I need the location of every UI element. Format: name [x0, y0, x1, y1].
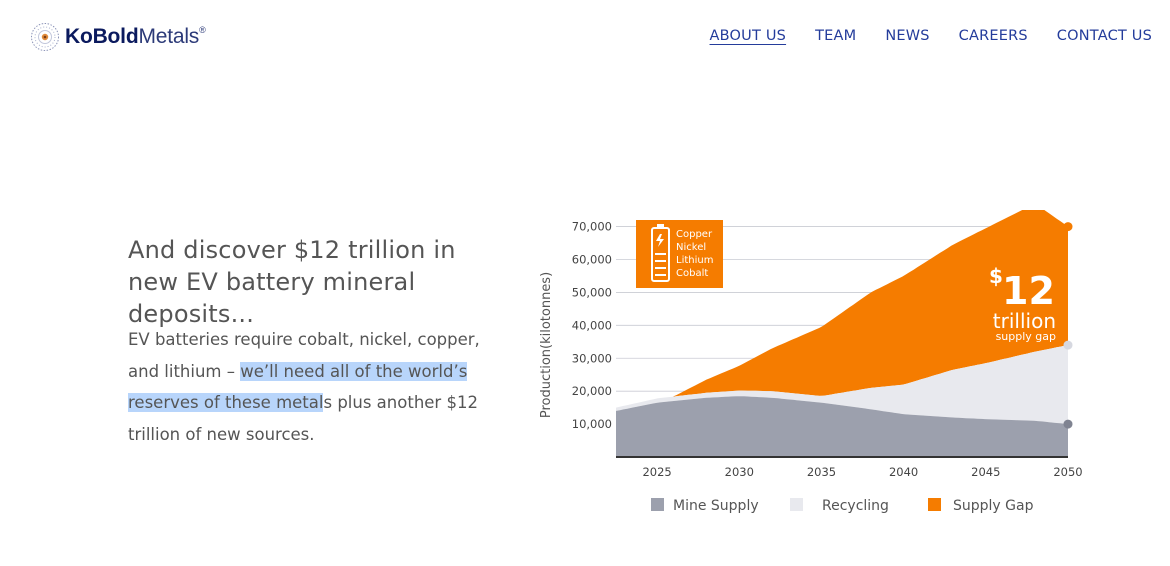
legend-label-supply-gap: Supply Gap	[953, 498, 1034, 514]
x-tick-label: 2045	[971, 465, 1000, 479]
callout-subtitle: supply gap	[996, 330, 1056, 343]
x-tick-label: 2035	[807, 465, 836, 479]
chart-legend: Mine Supply Recycling Supply Gap	[651, 498, 1034, 514]
callout-amount: 12	[1002, 269, 1055, 313]
y-tick-label: 50,000	[572, 285, 612, 299]
end-marker-total	[1063, 222, 1073, 232]
legend-label-mine-supply: Mine Supply	[673, 498, 759, 514]
y-tick-label: 20,000	[572, 384, 612, 398]
y-tick-label: 60,000	[572, 253, 612, 267]
x-tick-label: 2050	[1053, 465, 1082, 479]
legend-label-recycling: Recycling	[822, 498, 889, 514]
metals-badge: Copper Nickel Lithium Cobalt	[636, 220, 723, 288]
y-tick-label: 70,000	[572, 220, 612, 234]
y-tick-label: 10,000	[572, 417, 612, 431]
end-marker-recycling	[1063, 340, 1073, 350]
y-tick-label: 40,000	[572, 318, 612, 332]
badge-item-lithium: Lithium	[676, 255, 713, 266]
callout-currency: $	[989, 264, 1003, 288]
supply-gap-chart: 10,000 20,000 30,000 40,000 50,000 60,000 70,0…	[539, 210, 1083, 514]
nav-item-about-us[interactable]: ABOUT US	[710, 28, 787, 44]
legend-swatch-supply-gap	[928, 498, 941, 511]
nav-item-team[interactable]: TEAM	[815, 28, 856, 44]
end-marker-mine	[1063, 419, 1073, 429]
badge-item-cobalt: Cobalt	[676, 268, 708, 279]
legend-swatch-mine-supply	[651, 498, 664, 511]
badge-item-nickel: Nickel	[676, 242, 706, 253]
main-nav: ABOUT US TEAM NEWS CAREERS CONTACT US	[681, 28, 1152, 44]
legend-swatch-recycling	[790, 498, 803, 511]
brand-name-bold: KoBold	[65, 25, 139, 48]
nav-item-contact-us[interactable]: CONTACT US	[1057, 28, 1152, 44]
y-axis-label: Production(kilotonnes)	[539, 272, 554, 418]
x-tick-label: 2030	[725, 465, 754, 479]
nav-item-careers[interactable]: CAREERS	[959, 28, 1028, 44]
brand-logo[interactable]: KoBoldMetals®	[30, 22, 206, 52]
nav-item-news[interactable]: NEWS	[885, 28, 929, 44]
registered-mark: ®	[199, 25, 206, 35]
brand-name: KoBoldMetals®	[65, 25, 206, 49]
brand-name-rest: Metals	[138, 25, 200, 48]
x-tick-label: 2025	[642, 465, 671, 479]
badge-item-copper: Copper	[676, 229, 713, 240]
y-tick-label: 30,000	[572, 351, 612, 365]
kobold-logo-icon	[31, 23, 59, 51]
section-heading: And discover $12 trillion in new EV batt…	[128, 236, 456, 328]
section-body: EV batteries require cobalt, nickel, cop…	[128, 324, 488, 450]
x-tick-label: 2040	[889, 465, 918, 479]
